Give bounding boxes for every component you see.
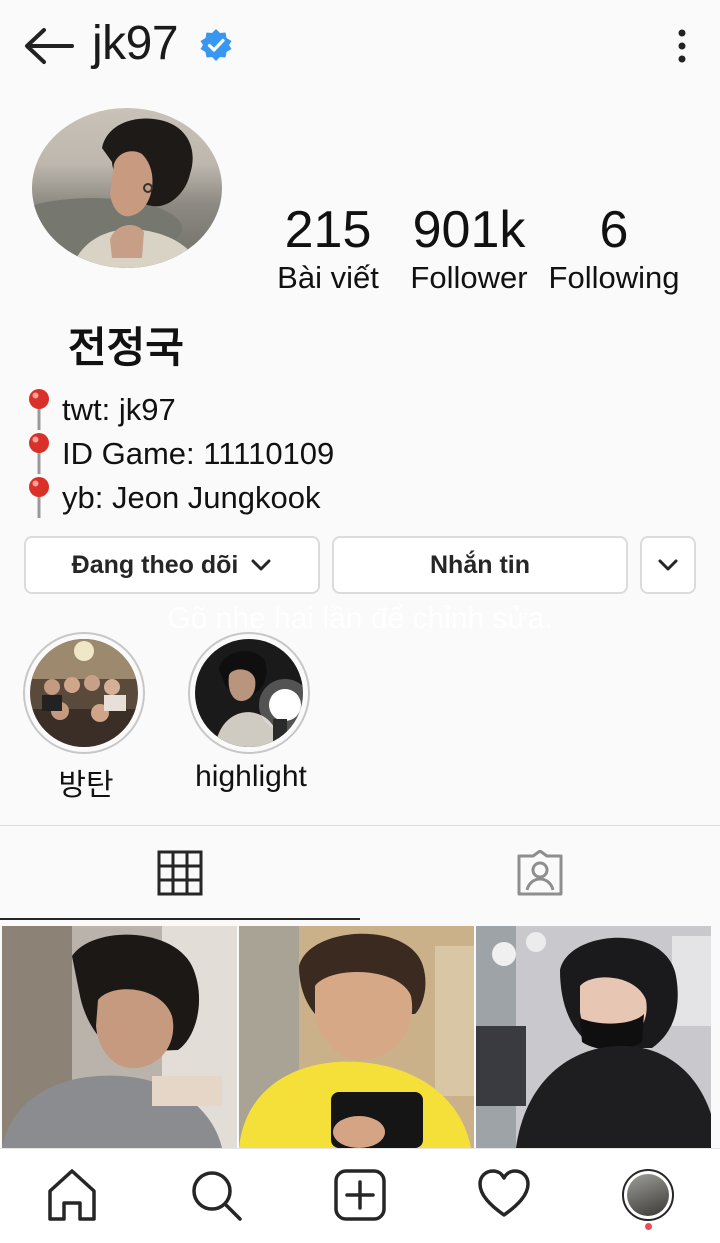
following-label: Following xyxy=(548,260,680,295)
active-tab-indicator xyxy=(0,918,360,920)
chevron-down-icon xyxy=(658,559,678,571)
highlight-label: 방탄 xyxy=(58,769,114,802)
bio-line: ID Game: 11110109 xyxy=(24,432,334,476)
profile-avatar-icon[interactable] xyxy=(622,1169,674,1221)
bio-text: yb: Jeon Jungkook xyxy=(62,480,321,515)
posts-stat[interactable]: 215 Bài viết xyxy=(276,200,380,296)
profile-bio: twt: jk97 ID Game: 11110109 yb: Jeon Jun… xyxy=(24,388,334,520)
posts-label: Bài viết xyxy=(277,260,379,295)
profile-avatar[interactable] xyxy=(32,108,222,268)
highlight-ring xyxy=(23,632,145,754)
home-icon[interactable] xyxy=(44,1167,100,1223)
highlight-item[interactable]: highlight xyxy=(188,632,314,794)
highlight-ring xyxy=(188,632,310,754)
pushpin-icon xyxy=(29,389,49,430)
message-button[interactable]: Nhắn tin xyxy=(332,536,628,594)
following-stat[interactable]: 6 Following xyxy=(544,200,684,296)
more-vertical-icon[interactable] xyxy=(670,26,694,66)
tab-posts-grid[interactable] xyxy=(0,826,360,920)
highlight-cover xyxy=(195,639,303,747)
bio-line: yb: Jeon Jungkook xyxy=(24,476,334,520)
message-button-label: Nhắn tin xyxy=(430,550,530,579)
search-icon[interactable] xyxy=(188,1167,244,1223)
add-post-icon[interactable] xyxy=(332,1167,388,1223)
post-thumbnail[interactable] xyxy=(2,926,237,1148)
edit-hint: Gõ nhẹ hai lần để chỉnh sửa. xyxy=(167,602,553,635)
pushpin-icon xyxy=(29,477,49,518)
pushpin-icon xyxy=(29,433,49,474)
following-button-label: Đang theo dõi xyxy=(71,550,239,579)
suggested-accounts-button[interactable] xyxy=(640,536,696,594)
chevron-down-icon xyxy=(251,559,271,571)
bio-text: ID Game: 11110109 xyxy=(62,436,335,471)
post-thumbnail[interactable] xyxy=(239,926,474,1148)
highlight-item[interactable]: 방탄 xyxy=(23,632,149,804)
notification-dot xyxy=(645,1223,652,1230)
profile-avatar-image xyxy=(627,1174,669,1216)
post-thumbnail[interactable] xyxy=(476,926,711,1148)
highlight-label: highlight xyxy=(195,760,307,793)
tab-tagged[interactable] xyxy=(360,826,720,920)
bio-line: twt: jk97 xyxy=(24,388,334,432)
heart-icon[interactable] xyxy=(476,1167,532,1223)
following-button[interactable]: Đang theo dõi xyxy=(24,536,320,594)
followers-label: Follower xyxy=(410,260,528,295)
verified-badge-icon xyxy=(200,29,232,61)
following-count: 6 xyxy=(599,201,629,259)
profile-username: jk97 xyxy=(92,17,179,70)
grid-icon xyxy=(157,850,203,896)
profile-display-name: 전정국 xyxy=(68,323,184,372)
back-arrow-icon[interactable] xyxy=(22,24,74,68)
tagged-user-icon xyxy=(517,850,563,896)
bottom-navigation xyxy=(0,1148,720,1243)
posts-count: 215 xyxy=(284,201,372,259)
followers-count: 901k xyxy=(412,201,526,259)
followers-stat[interactable]: 901k Follower xyxy=(404,200,534,296)
highlight-cover xyxy=(30,639,138,747)
bio-text: twt: jk97 xyxy=(62,392,176,427)
